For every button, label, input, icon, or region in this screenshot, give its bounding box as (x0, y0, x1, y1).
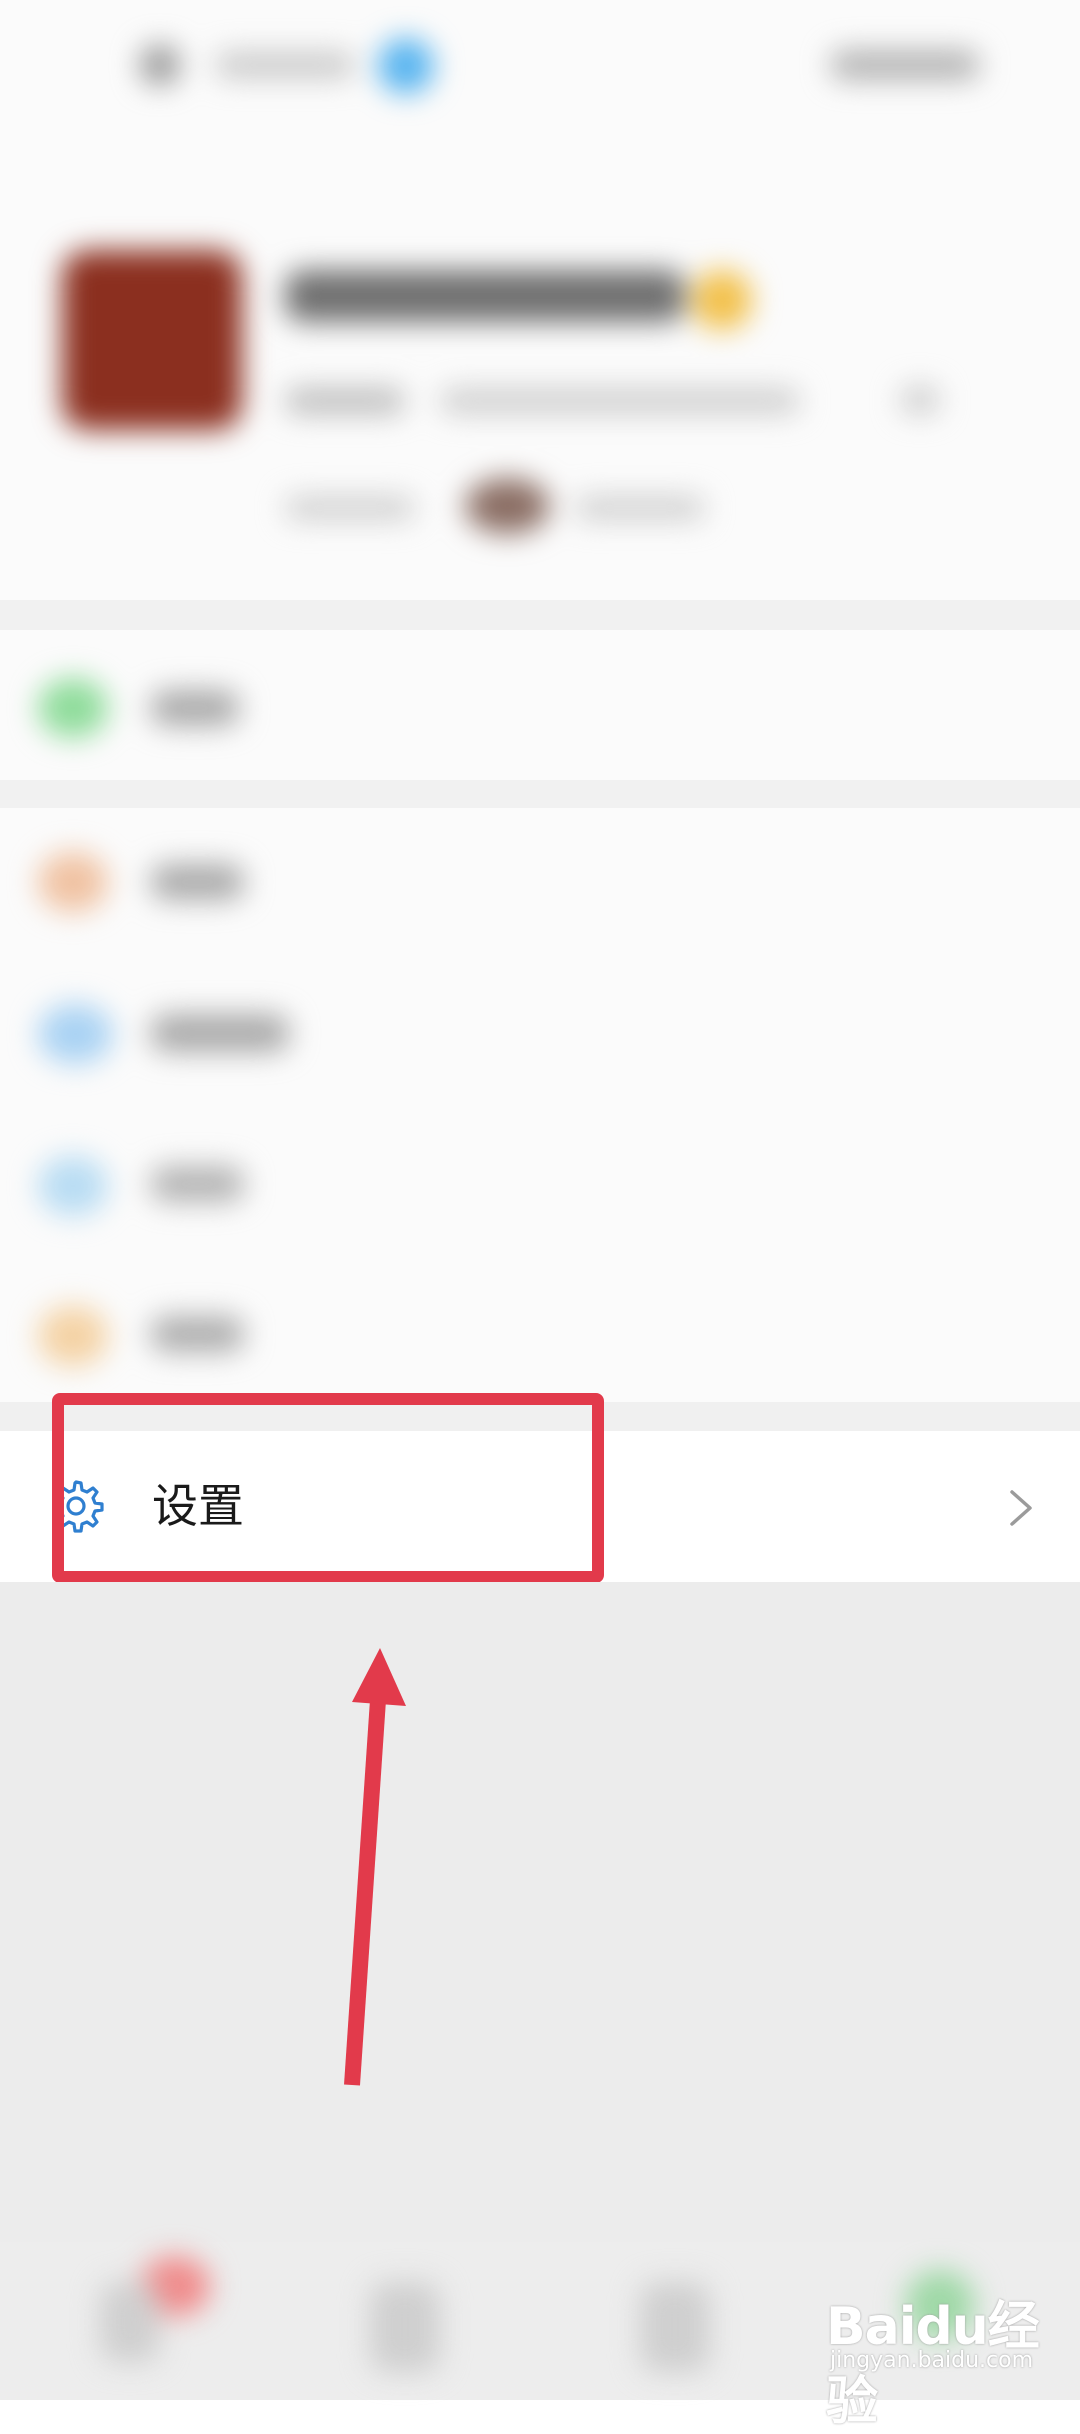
profile-menu-area-blurred (0, 0, 1080, 1402)
chevron-right-icon (1010, 1490, 1032, 1526)
profile-name (285, 270, 685, 322)
badge-icon (378, 38, 434, 94)
qr-icon[interactable] (140, 45, 180, 85)
pointer-arrow (344, 1648, 406, 2086)
empty-area (0, 1582, 1080, 2242)
highlight-box (52, 1393, 604, 1583)
baidu-jingyan-watermark: Baidu经验 jingyan.baidu.com (826, 2278, 1066, 2432)
avatar[interactable] (62, 250, 242, 430)
watermark-url: jingyan.baidu.com (830, 2348, 1034, 2373)
